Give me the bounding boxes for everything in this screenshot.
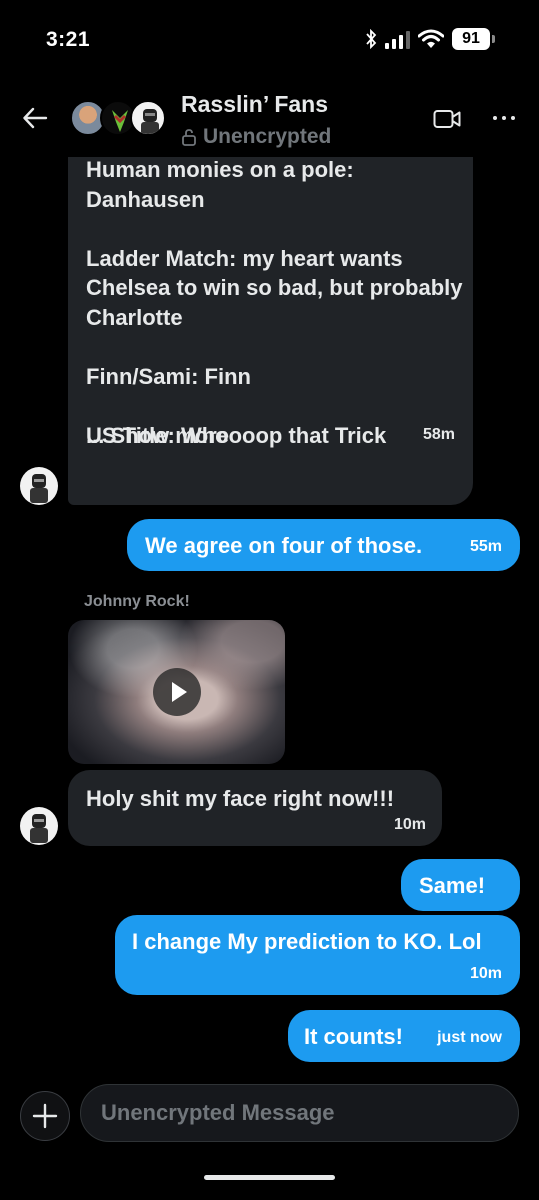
message-text: I change My prediction to KO. Lol [132, 929, 482, 954]
more-icon[interactable] [493, 116, 515, 120]
status-time: 3:21 [46, 28, 91, 51]
outgoing-message[interactable]: We agree on four of those. 55m [127, 519, 520, 571]
video-attachment[interactable] [68, 620, 285, 764]
add-attachment-button[interactable] [20, 1091, 70, 1141]
message-time: 10m [393, 816, 426, 833]
message-time: just now [437, 1029, 502, 1046]
battery-icon: 91 [452, 28, 495, 50]
message-input-placeholder: Unencrypted Message [101, 1100, 335, 1125]
plus-icon [32, 1103, 57, 1128]
signal-icon [385, 29, 410, 49]
back-arrow-icon[interactable] [22, 105, 48, 131]
message-text: Same! [419, 873, 486, 898]
status-icons: 91 [365, 28, 495, 50]
message-time: 58m [422, 426, 455, 443]
composer: Unencrypted Message [0, 1077, 539, 1167]
sender-name: Johnny Rock! [84, 593, 190, 610]
incoming-message[interactable]: Human monies on a pole: Danhausen Ladder… [68, 157, 473, 505]
play-icon[interactable] [153, 668, 201, 716]
message-text: Human monies on a pole: Danhausen Ladder… [86, 157, 463, 448]
video-call-icon[interactable] [433, 108, 461, 130]
message-time: 55m [469, 538, 502, 555]
sender-avatar[interactable] [20, 467, 58, 505]
conversation-header: Rasslin’ Fans Unencrypted [0, 85, 539, 157]
outgoing-message[interactable]: Same! [401, 859, 520, 911]
home-indicator[interactable] [204, 1175, 335, 1180]
message-text: Holy shit my face right now!!! [86, 786, 395, 811]
show-more-link[interactable]: ... Show more [86, 423, 229, 449]
outgoing-message[interactable]: I change My prediction to KO. Lol 10m [115, 915, 520, 995]
lock-icon [182, 129, 196, 146]
bluetooth-icon [366, 29, 377, 49]
status-bar: 3:21 91 [0, 0, 539, 80]
incoming-message[interactable]: Holy shit my face right now!!! 10m [68, 770, 442, 846]
encryption-label: Unencrypted [203, 125, 332, 148]
wifi-icon [418, 29, 444, 48]
message-time: 10m [469, 965, 502, 982]
message-list[interactable]: Human monies on a pole: Danhausen Ladder… [0, 157, 539, 1077]
message-text: We agree on four of those. [145, 533, 423, 558]
group-avatars[interactable] [70, 100, 166, 140]
conversation-title[interactable]: Rasslin’ Fans [181, 91, 328, 118]
message-input[interactable]: Unencrypted Message [80, 1084, 519, 1142]
outgoing-message[interactable]: It counts! just now [288, 1010, 520, 1062]
battery-level: 91 [452, 28, 490, 50]
message-text: It counts! [304, 1024, 403, 1049]
encryption-status: Unencrypted [181, 125, 331, 149]
avatar [130, 100, 166, 136]
sender-avatar[interactable] [20, 807, 58, 845]
